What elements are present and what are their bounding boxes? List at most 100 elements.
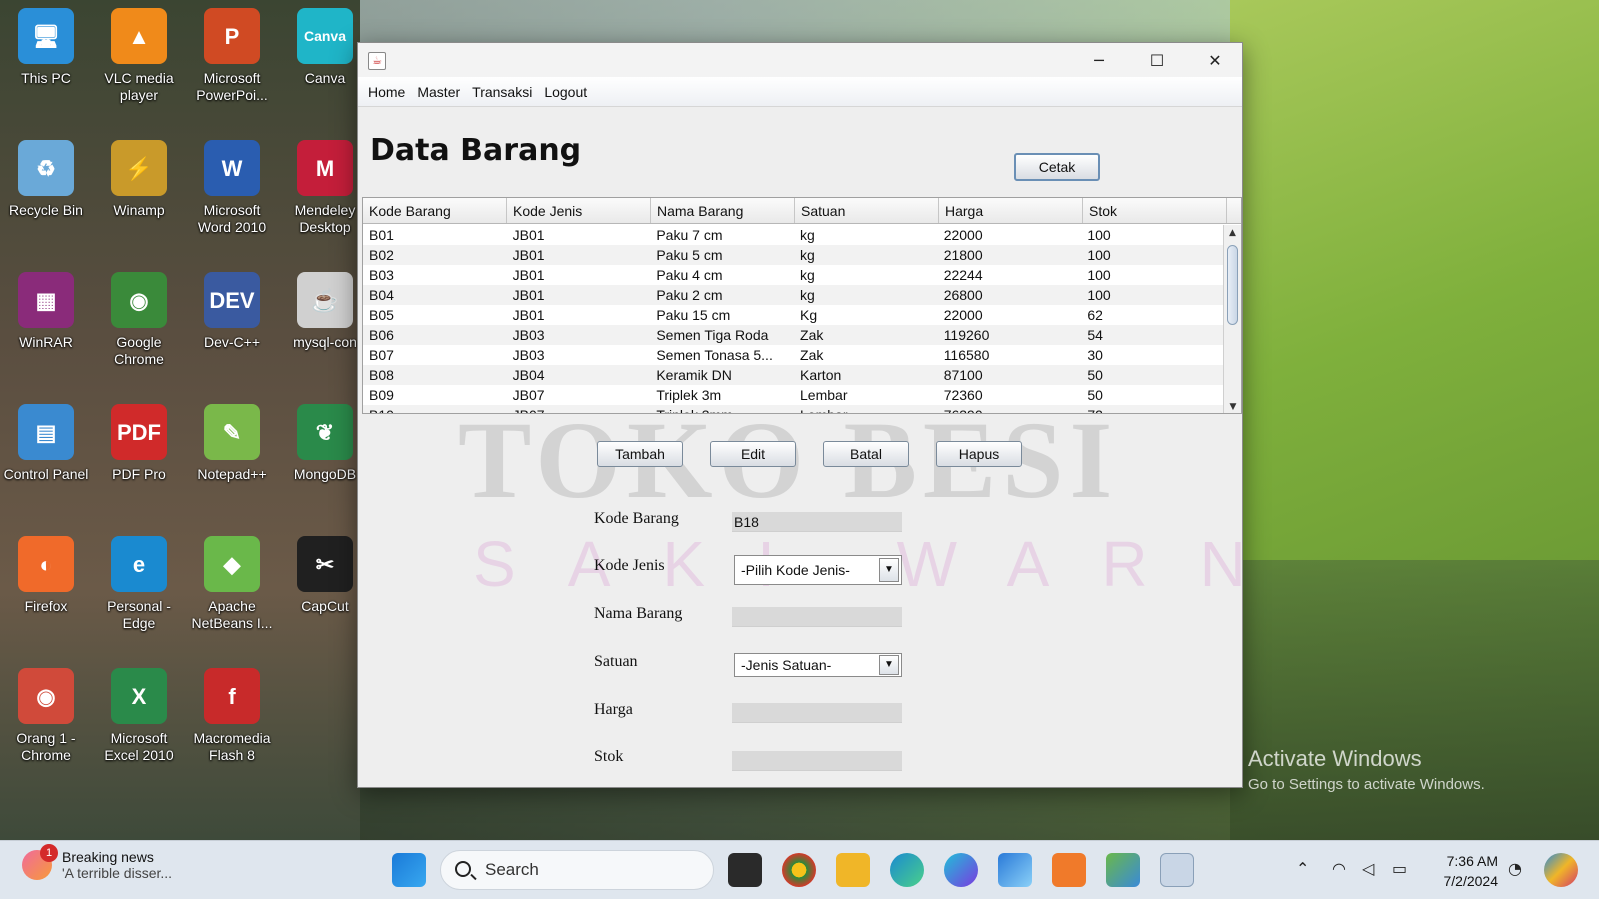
menu-transaksi[interactable]: Transaksi: [472, 84, 532, 100]
table-cell: 72360: [943, 387, 983, 403]
table-cell: B09: [369, 387, 394, 403]
edge-taskbar-icon[interactable]: [890, 853, 924, 887]
scroll-down-icon[interactable]: ▼: [1224, 399, 1241, 413]
task-view-icon[interactable]: [728, 853, 762, 887]
harga-field[interactable]: [732, 703, 902, 723]
desktop-icon[interactable]: ◐ Firefox: [0, 536, 92, 615]
desktop-icon[interactable]: DEV Dev-C++: [186, 272, 278, 351]
tambah-button[interactable]: Tambah: [597, 441, 683, 467]
table-cell: 119260: [943, 327, 990, 343]
netbeans-taskbar-icon[interactable]: [1106, 853, 1140, 887]
windows-start-icon[interactable]: [392, 853, 426, 887]
java-app-icon: ☕: [368, 52, 386, 70]
maximize-button[interactable]: ☐: [1128, 43, 1186, 77]
table-row[interactable]: B10JB07Triplek 3mmLembar7639072: [363, 405, 1225, 413]
menu-home[interactable]: Home: [368, 84, 405, 100]
table-cell: Semen Tonasa 5...: [656, 347, 773, 363]
desktop-icon-label: Personal - Edge: [107, 598, 171, 631]
column-header[interactable]: Kode Barang: [363, 198, 507, 223]
table-cell: Triplek 3mm: [650, 405, 794, 413]
column-header[interactable]: Harga: [939, 198, 1083, 223]
chrome-taskbar-icon[interactable]: [782, 853, 816, 887]
batal-button[interactable]: Batal: [823, 441, 909, 467]
desktop-icon[interactable]: ✎ Notepad++: [186, 404, 278, 483]
app-icon: ⚡: [111, 140, 167, 196]
table-row[interactable]: B05 JB01 Paku 15 cm Kg 22000 62: [363, 305, 1225, 325]
java-taskbar-icon[interactable]: [1160, 853, 1194, 887]
desktop-icon[interactable]: e Personal - Edge: [93, 536, 185, 632]
nama-barang-field[interactable]: [732, 607, 902, 627]
table-cell: JB03: [512, 327, 545, 343]
menu-logout[interactable]: Logout: [544, 84, 587, 100]
battery-icon[interactable]: ▭: [1392, 859, 1407, 878]
desktop-icon[interactable]: ◆ Apache NetBeans I...: [186, 536, 278, 632]
desktop-icon[interactable]: ▲ VLC media player: [93, 8, 185, 104]
kode-barang-label: Kode Barang: [594, 510, 679, 527]
clock[interactable]: 7:36 AM 7/2/2024: [1430, 851, 1499, 891]
kode-jenis-select[interactable]: -Pilih Kode Jenis- ▼: [734, 555, 902, 585]
table-row[interactable]: B03 JB01 Paku 4 cm kg 22244 100: [363, 265, 1225, 285]
desktop-icon[interactable]: ⚡ Winamp: [93, 140, 185, 219]
desktop-icon[interactable]: W Microsoft Word 2010: [186, 140, 278, 236]
cetak-button[interactable]: Cetak: [1014, 153, 1100, 181]
desktop-icon[interactable]: 🖥 This PC: [0, 8, 92, 87]
table-row[interactable]: B04 JB01 Paku 2 cm kg 26800 100: [363, 285, 1225, 305]
kode-barang-field[interactable]: B18: [732, 512, 902, 532]
desktop-icon[interactable]: ◉ Google Chrome: [93, 272, 185, 368]
search-placeholder: Search: [485, 860, 539, 879]
desktop-icon-label: Notepad++: [197, 466, 267, 482]
canva-taskbar-icon[interactable]: [944, 853, 978, 887]
volume-icon[interactable]: ◁: [1362, 859, 1374, 878]
column-header[interactable]: Stok: [1083, 198, 1227, 223]
chevron-down-icon[interactable]: ▼: [879, 558, 899, 582]
search-icon: [455, 861, 471, 877]
app-icon: ♻: [18, 140, 74, 196]
desktop-icon[interactable]: ▦ WinRAR: [0, 272, 92, 351]
satuan-select[interactable]: -Jenis Satuan- ▼: [734, 653, 902, 677]
desktop-icon[interactable]: ◉ Orang 1 - Chrome: [0, 668, 92, 764]
column-header[interactable]: Nama Barang: [651, 198, 795, 223]
copilot-icon[interactable]: [1544, 853, 1578, 887]
photos-taskbar-icon[interactable]: [998, 853, 1032, 887]
app-icon: ◉: [18, 668, 74, 724]
table-row[interactable]: B09 JB07 Triplek 3m Lembar 72360 50: [363, 385, 1225, 405]
notification-bell-icon[interactable]: ◔: [1508, 859, 1522, 878]
chevron-down-icon[interactable]: ▼: [879, 655, 899, 675]
column-header[interactable]: Kode Jenis: [507, 198, 651, 223]
news-title: Breaking news: [62, 849, 154, 865]
desktop-icon[interactable]: X Microsoft Excel 2010: [93, 668, 185, 764]
minimize-button[interactable]: ─: [1070, 43, 1128, 77]
desktop-icon[interactable]: ▤ Control Panel: [0, 404, 92, 483]
table-row[interactable]: B02 JB01 Paku 5 cm kg 21800 100: [363, 245, 1225, 265]
stok-field[interactable]: [732, 751, 902, 771]
table-cell: 26800: [943, 287, 983, 303]
news-widget[interactable]: 1 Breaking news 'A terrible disser...: [22, 844, 172, 881]
table-cell: kg: [800, 227, 815, 243]
taskbar-search[interactable]: Search: [440, 850, 714, 890]
menu-master[interactable]: Master: [417, 84, 460, 100]
scroll-thumb[interactable]: [1227, 245, 1238, 325]
app-taskbar-icon[interactable]: [1052, 853, 1086, 887]
table-row[interactable]: B06 JB03 Semen Tiga Roda Zak 119260 54: [363, 325, 1225, 345]
desktop-icon[interactable]: f Macromedia Flash 8: [186, 668, 278, 764]
desktop-icon[interactable]: PDF PDF Pro: [93, 404, 185, 483]
file-explorer-icon[interactable]: [836, 853, 870, 887]
column-header[interactable]: Satuan: [795, 198, 939, 223]
table-row[interactable]: B01 JB01 Paku 7 cm kg 22000 100: [363, 225, 1225, 245]
close-button[interactable]: ✕: [1186, 43, 1244, 77]
desktop-icon[interactable]: P Microsoft PowerPoi...: [186, 8, 278, 104]
edit-button[interactable]: Edit: [710, 441, 796, 467]
table-scrollbar[interactable]: ▲ ▼: [1223, 225, 1241, 413]
table-row[interactable]: B08 JB04 Keramik DN Karton 87100 50: [363, 365, 1225, 385]
wifi-icon[interactable]: ◠: [1332, 859, 1346, 878]
desktop-icon[interactable]: ♻ Recycle Bin: [0, 140, 92, 219]
table-cell: Karton: [800, 367, 842, 383]
chevron-up-icon[interactable]: ⌃: [1296, 859, 1309, 878]
table-row[interactable]: B07 JB03 Semen Tonasa 5... Zak 116580 30: [363, 345, 1225, 365]
table-cell: B03: [369, 267, 394, 283]
hapus-button[interactable]: Hapus: [936, 441, 1022, 467]
app-icon: ▲: [111, 8, 167, 64]
desktop-icon-label: Firefox: [24, 598, 68, 614]
scroll-up-icon[interactable]: ▲: [1224, 225, 1241, 241]
app-icon: e: [111, 536, 167, 592]
